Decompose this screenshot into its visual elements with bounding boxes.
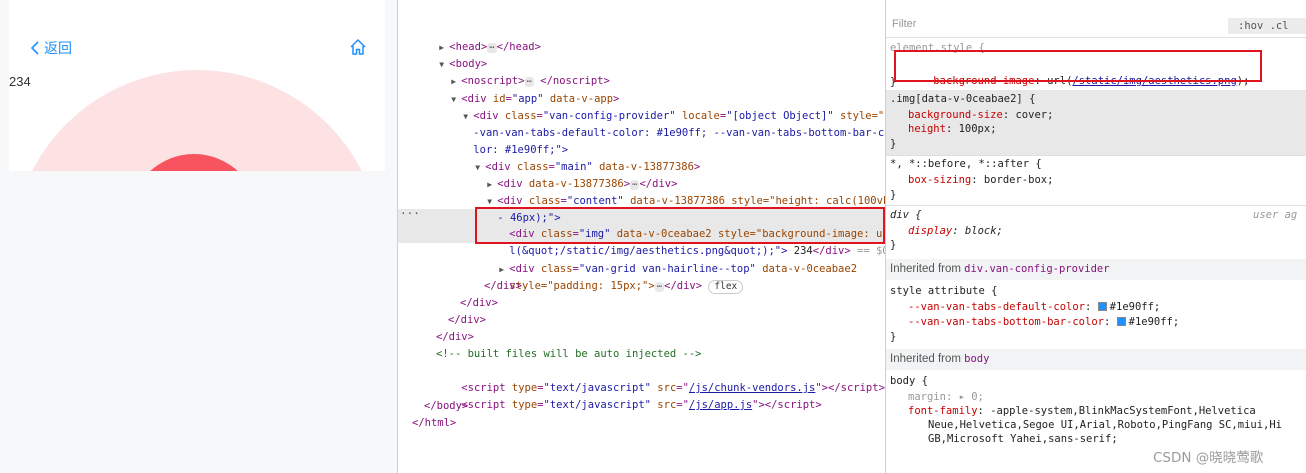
dom-close-div-2: </div> <box>460 297 498 309</box>
user-agent-label: user ag <box>1253 209 1298 221</box>
dom-line-van-config[interactable]: ▼ <div class="van-config-provider" locale… <box>438 91 885 122</box>
dom-line-content[interactable]: ▼ <div class="content" data-v-13877386 st… <box>462 176 885 207</box>
home-icon[interactable] <box>349 38 367 56</box>
styles-panel: Filter :hov .cl element.style { backgrou… <box>885 0 1306 473</box>
color-swatch[interactable] <box>1097 302 1107 311</box>
dom-line-main[interactable]: ▼ <div class="main" data-v-13877386> <box>450 142 885 173</box>
highlight-box-dom <box>475 207 885 244</box>
dom-close-div-1: </div> <box>484 280 522 292</box>
inherited-link[interactable]: div.van-config-provider <box>964 263 1109 275</box>
rule-universal-selector: *, *::before, *::after { <box>890 158 1042 170</box>
mobile-preview: 返回 234 <box>0 0 397 473</box>
rule-close: } <box>890 138 897 150</box>
inherited-header-config: Inherited from div.van-config-provider <box>886 259 1306 280</box>
content-text: 234 <box>9 74 31 89</box>
rule-img-selector: .img[data-v-0ceabae2] { <box>890 93 1036 105</box>
csdn-watermark: CSDN @晓晓莺歌 <box>1153 450 1264 466</box>
dom-close-div-3: </div> <box>448 314 486 326</box>
filter-input[interactable]: Filter <box>892 18 916 30</box>
dom-line-van-config-end: lor: #1e90ff;"> <box>473 144 569 156</box>
dom-line-van-config-cont: -van-van-tabs-default-color: #1e90ff; --… <box>473 127 885 139</box>
decl-var-default-color[interactable]: --van-van-tabs-default-color: #1e90ff; <box>908 299 1306 315</box>
inherited-header-body: Inherited from body <box>886 349 1306 370</box>
dom-close-body: </body> <box>424 400 469 412</box>
divider <box>886 37 1306 38</box>
hov-cls-toggle[interactable]: :hov .cl <box>1228 18 1306 34</box>
back-label: 返回 <box>44 41 72 57</box>
dom-line-grid-cont: style="padding: 15px;"> ⋯ </div> flex <box>484 261 885 294</box>
dom-line-noscript[interactable]: ▶ <noscript> ⋯ </noscript> <box>426 56 885 87</box>
decl-var-bottom-bar-color[interactable]: --van-van-tabs-bottom-bar-color: #1e90ff… <box>908 314 1306 330</box>
inherited-link[interactable]: body <box>964 353 989 365</box>
dom-close-div-4: </div> <box>436 331 474 343</box>
decl-height[interactable]: height: 100px; <box>908 121 1306 137</box>
node-actions-ellipsis[interactable]: ··· <box>400 207 420 220</box>
chevron-left-icon <box>30 41 39 55</box>
elements-panel: ··· ▶ <head> ⋯ </head> ▼ <body> ▶ <noscript> ⋯… <box>397 0 885 473</box>
decl-font-family-end: GB,Microsoft Yahei,sans-serif; <box>928 433 1118 445</box>
rule-div-selector: div { <box>890 209 922 221</box>
rule-close: } <box>890 331 897 343</box>
dom-comment[interactable]: <!-- built files will be auto injected -… <box>436 346 885 363</box>
dom-line-head[interactable]: ▶ <head> ⋯ </head> <box>414 22 885 53</box>
dom-line-inner-div[interactable]: ▶ <div data-v-13877386> ⋯ </div> <box>462 159 885 190</box>
grid-area <box>9 171 385 443</box>
rule-close: } <box>890 239 897 251</box>
rule-close: } <box>890 189 897 201</box>
dom-script-vendors[interactable]: <script type="text/javascript" src="/js/… <box>436 363 885 394</box>
background-image-block <box>9 70 385 171</box>
color-swatch[interactable] <box>1116 317 1126 326</box>
rule-style-attribute: style attribute { <box>890 285 998 297</box>
nav-bar: 返回 <box>9 0 385 70</box>
decl-box-sizing[interactable]: box-sizing: border-box; <box>908 172 1306 188</box>
rule-close: } <box>890 76 897 88</box>
dom-line-grid[interactable]: ▶ <div class="van-grid van-hairline--top"… <box>474 244 885 275</box>
dom-line-body[interactable]: ▼ <body> <box>414 39 885 70</box>
dom-line-app[interactable]: ▼ <div id="app" data-v-app> <box>426 74 885 105</box>
rule-body-selector: body { <box>890 375 928 387</box>
dom-close-html: </html> <box>412 417 457 429</box>
divider <box>886 205 1306 206</box>
dom-script-app[interactable]: <script type="text/javascript" src="/js/… <box>436 380 885 411</box>
back-button[interactable]: 返回 <box>29 38 72 58</box>
